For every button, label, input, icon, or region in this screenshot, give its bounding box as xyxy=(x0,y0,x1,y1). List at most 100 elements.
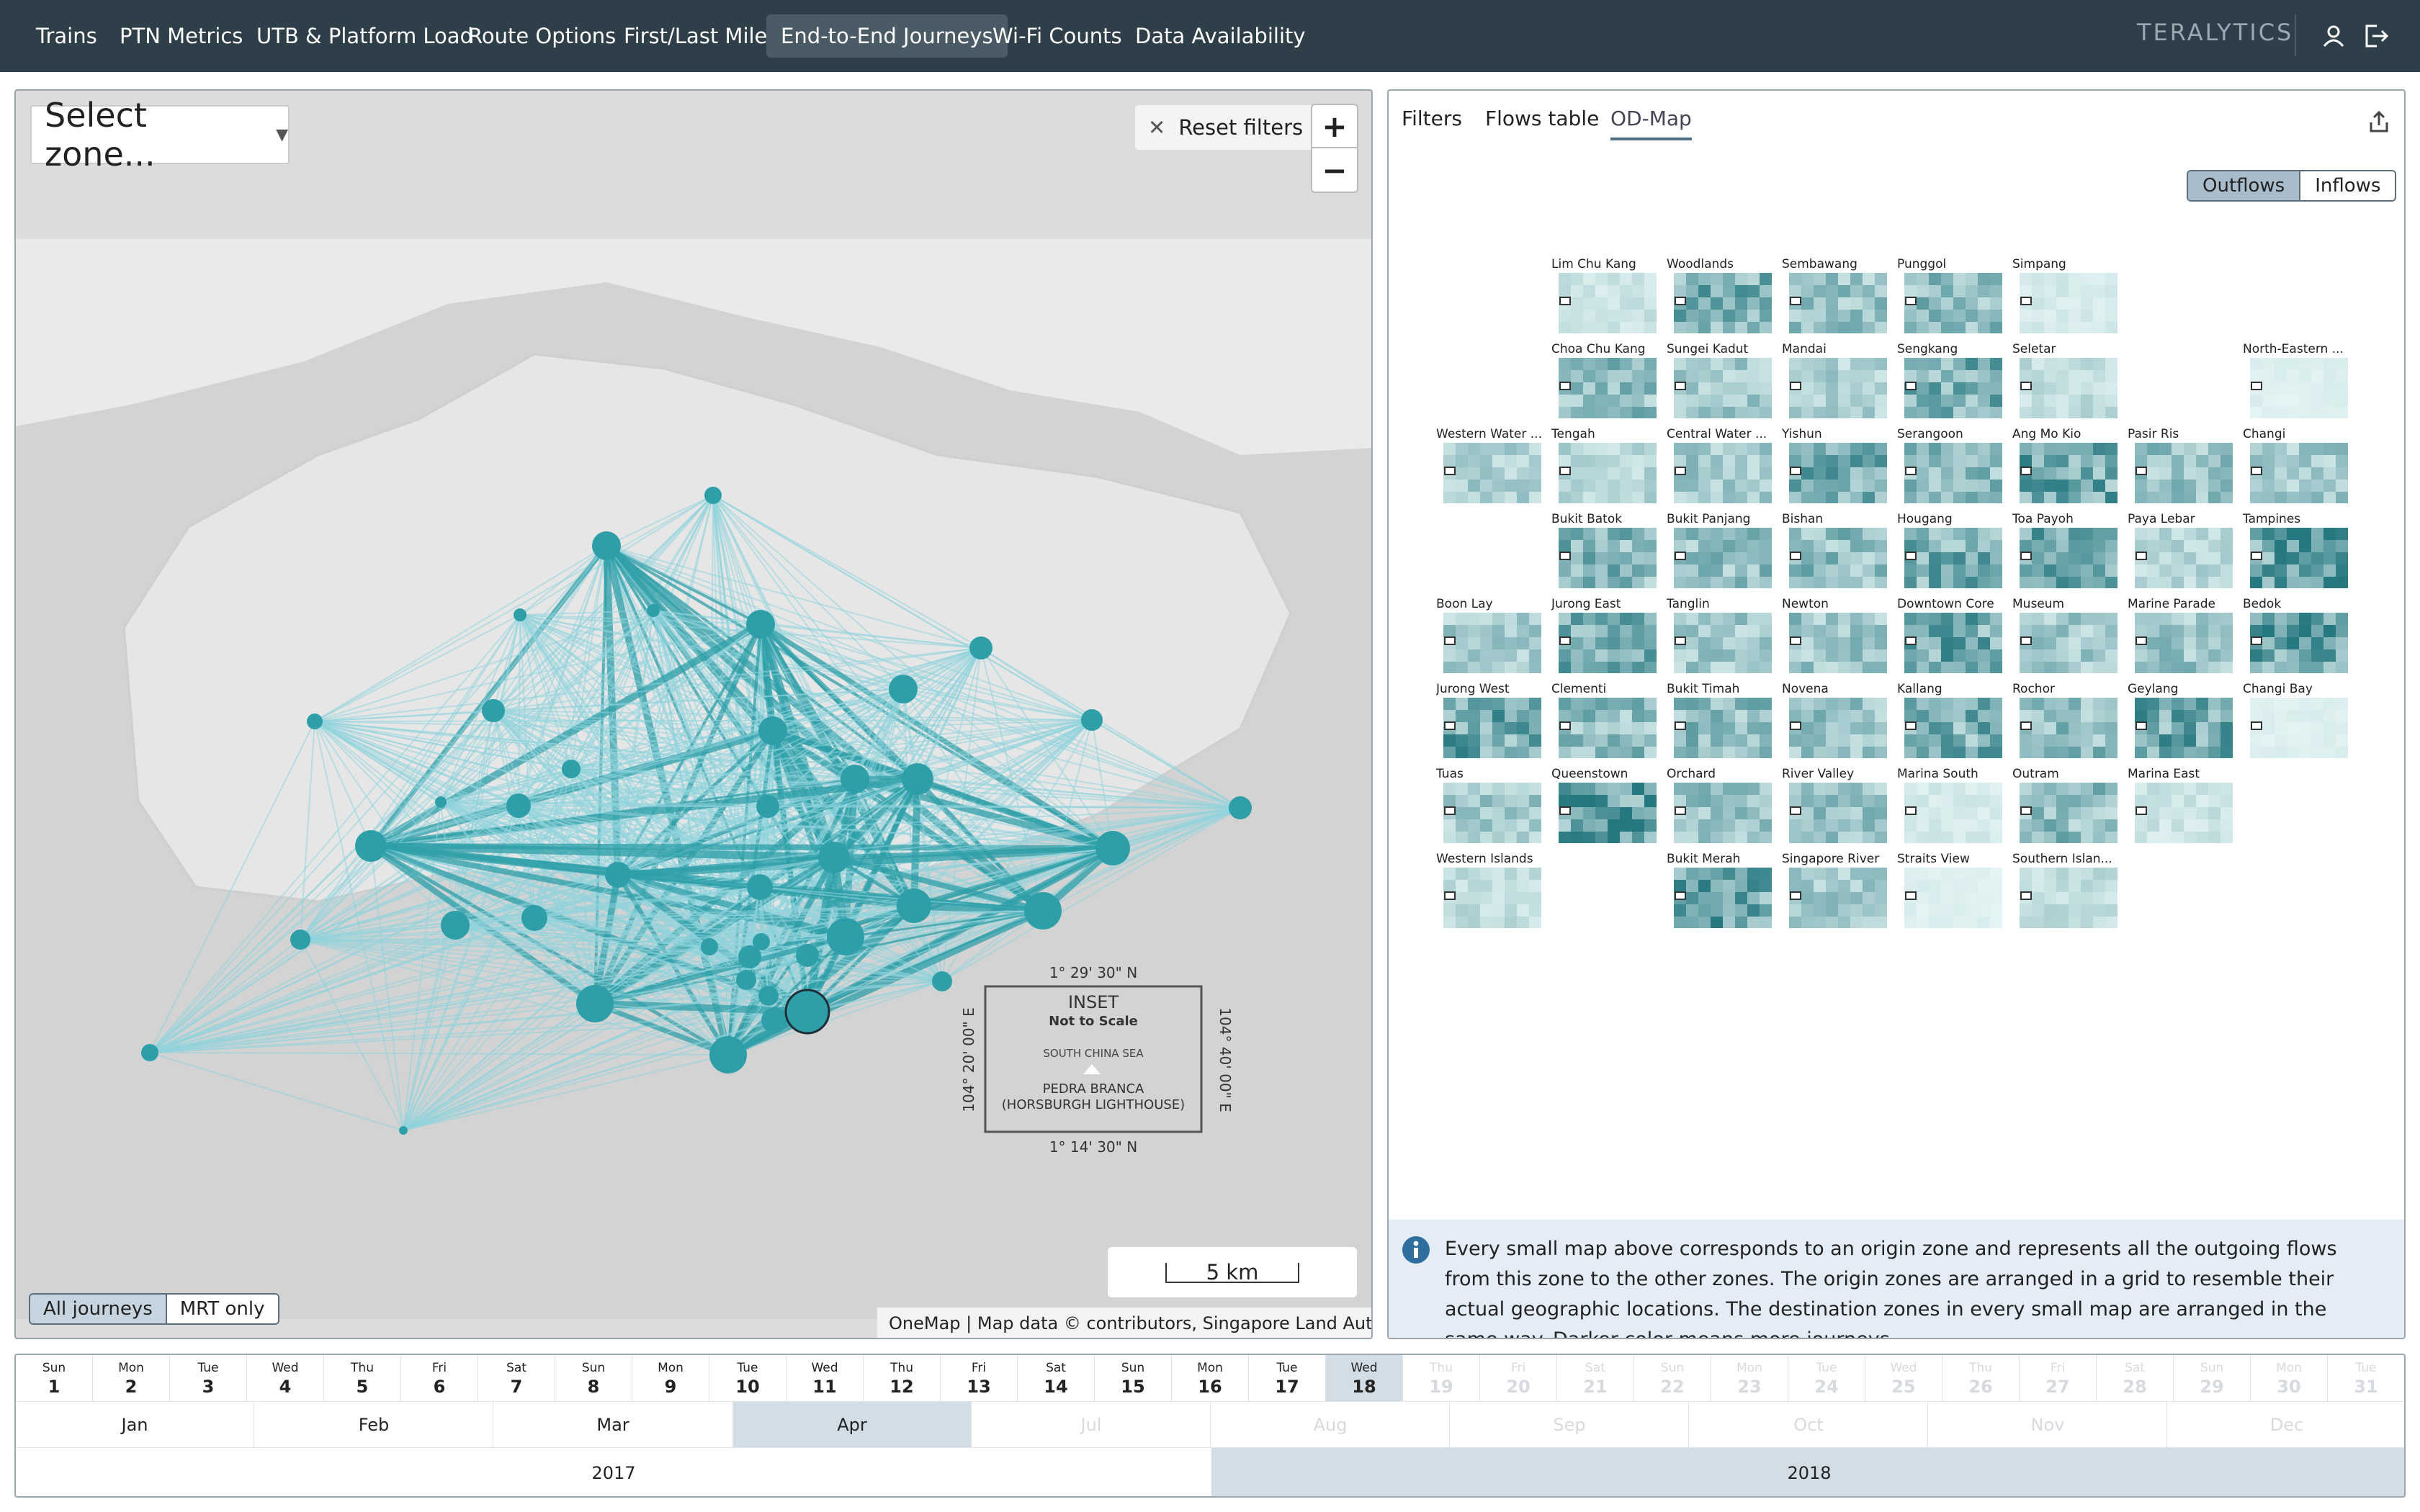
zoom-out-button[interactable]: − xyxy=(1312,148,1357,192)
zone-node[interactable] xyxy=(738,945,761,968)
od-small-map[interactable]: Queenstown xyxy=(1551,767,1659,846)
outflows-button[interactable]: Outflows xyxy=(2188,171,2301,200)
year-2018[interactable]: 2018 xyxy=(1211,1448,2404,1496)
day-cell[interactable]: Mon 30 xyxy=(2251,1355,2328,1401)
zone-node[interactable] xyxy=(902,763,933,795)
day-cell[interactable]: Mon 9 xyxy=(632,1355,709,1401)
zone-node[interactable] xyxy=(747,874,773,900)
month-cell[interactable]: Apr xyxy=(733,1402,972,1448)
tab-od-map[interactable]: OD-Map xyxy=(1610,107,1692,140)
logout-icon[interactable] xyxy=(2362,22,2391,50)
zone-node[interactable] xyxy=(1024,892,1062,930)
zone-node[interactable] xyxy=(889,675,918,703)
day-cell[interactable]: Thu 5 xyxy=(324,1355,401,1401)
day-cell[interactable]: Fri 6 xyxy=(401,1355,478,1401)
od-small-map[interactable]: Jurong West xyxy=(1436,682,1544,761)
zone-node[interactable] xyxy=(736,970,756,990)
od-small-map[interactable]: Downtown Core xyxy=(1897,597,2005,676)
zone-node[interactable] xyxy=(355,830,387,862)
nav-tab-trains[interactable]: Trains xyxy=(22,14,112,58)
zone-node[interactable] xyxy=(841,765,869,793)
month-cell[interactable]: Sep xyxy=(1451,1402,1689,1448)
od-small-map[interactable]: Orchard xyxy=(1667,767,1775,846)
od-small-map[interactable]: Rochor xyxy=(2012,682,2120,761)
month-cell[interactable]: Jan xyxy=(16,1402,254,1448)
od-small-map[interactable]: Simpang xyxy=(2012,257,2120,336)
month-cell[interactable]: Nov xyxy=(1929,1402,2167,1448)
day-cell[interactable]: Sun 15 xyxy=(1095,1355,1172,1401)
od-small-map[interactable]: Newton xyxy=(1782,597,1890,676)
day-cell[interactable]: Wed 25 xyxy=(1865,1355,1942,1401)
od-small-map[interactable]: Changi Bay xyxy=(2243,682,2351,761)
day-cell[interactable]: Sun 8 xyxy=(555,1355,632,1401)
od-small-map[interactable]: Clementi xyxy=(1551,682,1659,761)
zone-node[interactable] xyxy=(647,604,660,617)
od-small-map[interactable]: Western Water ... xyxy=(1436,427,1544,506)
nav-tab-ptn-metrics[interactable]: PTN Metrics xyxy=(105,14,257,58)
zone-node[interactable] xyxy=(969,636,992,660)
month-cell[interactable]: Dec xyxy=(2168,1402,2404,1448)
nav-tab-utb-platform-load[interactable]: UTB & Platform Load xyxy=(242,14,488,58)
tab-filters[interactable]: Filters xyxy=(1402,107,1462,138)
day-cell[interactable]: Sat 14 xyxy=(1018,1355,1095,1401)
od-small-map[interactable]: Sengkang xyxy=(1897,342,2005,421)
zone-node[interactable] xyxy=(818,842,850,873)
day-cell[interactable]: Tue 10 xyxy=(709,1355,786,1401)
od-small-map[interactable]: Tuas xyxy=(1436,767,1544,846)
od-small-map[interactable]: Lim Chu Kang xyxy=(1551,257,1659,336)
od-small-map[interactable]: Yishun xyxy=(1782,427,1890,506)
od-small-map[interactable]: Marina South xyxy=(1897,767,2005,846)
day-cell[interactable]: Sun 22 xyxy=(1634,1355,1711,1401)
od-small-map[interactable]: Seletar xyxy=(2012,342,2120,421)
od-small-map[interactable]: Marina East xyxy=(2128,767,2236,846)
inflows-button[interactable]: Inflows xyxy=(2300,171,2396,200)
od-small-map[interactable]: Bukit Panjang xyxy=(1667,512,1775,591)
od-small-map[interactable]: Museum xyxy=(2012,597,2120,676)
od-small-map[interactable]: Western Islands xyxy=(1436,852,1544,931)
day-cell[interactable]: Thu 12 xyxy=(864,1355,941,1401)
nav-tab-data-availability[interactable]: Data Availability xyxy=(1121,14,1320,58)
zone-node[interactable] xyxy=(761,1007,787,1033)
tab-flows-table[interactable]: Flows table xyxy=(1485,107,1599,138)
zone-node[interactable] xyxy=(435,796,447,808)
day-cell[interactable]: Tue 24 xyxy=(1788,1355,1865,1401)
od-small-map[interactable]: Bukit Merah xyxy=(1667,852,1775,931)
od-small-map[interactable]: Southern Islan... xyxy=(2012,852,2120,931)
od-small-map[interactable]: Sungei Kadut xyxy=(1667,342,1775,421)
zone-node[interactable] xyxy=(756,795,779,818)
zone-node[interactable] xyxy=(441,911,470,940)
year-2017[interactable]: 2017 xyxy=(16,1448,1211,1496)
map-attribution[interactable]: OneMap | Map data © contributors, Singap… xyxy=(877,1308,1371,1338)
user-icon[interactable] xyxy=(2321,22,2349,50)
od-small-map[interactable]: Straits View xyxy=(1897,852,2005,931)
day-cell[interactable]: Thu 19 xyxy=(1403,1355,1480,1401)
od-small-map[interactable]: Bishan xyxy=(1782,512,1890,591)
od-small-map[interactable]: Bukit Batok xyxy=(1551,512,1659,591)
zone-node[interactable] xyxy=(514,608,526,621)
od-small-map[interactable]: Marine Parade xyxy=(2128,597,2236,676)
od-small-map[interactable]: Serangoon xyxy=(1897,427,2005,506)
od-small-map[interactable]: Changi xyxy=(2243,427,2351,506)
od-small-map[interactable]: Toa Payoh xyxy=(2012,512,2120,591)
od-small-map[interactable]: North-Eastern ... xyxy=(2243,342,2351,421)
day-cell[interactable]: Fri 27 xyxy=(2020,1355,2097,1401)
day-cell[interactable]: Wed 18 xyxy=(1326,1355,1403,1401)
od-small-map[interactable]: Singapore River xyxy=(1782,852,1890,931)
od-small-map[interactable]: Jurong East xyxy=(1551,597,1659,676)
od-small-map[interactable]: Ang Mo Kio xyxy=(2012,427,2120,506)
od-small-map[interactable]: Geylang xyxy=(2128,682,2236,761)
day-cell[interactable]: Tue 31 xyxy=(2328,1355,2404,1401)
zone-node[interactable] xyxy=(1081,709,1103,731)
zone-node[interactable] xyxy=(521,905,547,931)
month-cell[interactable]: Oct xyxy=(1690,1402,1928,1448)
od-small-map[interactable]: Novena xyxy=(1782,682,1890,761)
zone-node[interactable] xyxy=(932,971,952,991)
day-cell[interactable]: Mon 2 xyxy=(93,1355,170,1401)
day-cell[interactable]: Wed 4 xyxy=(247,1355,324,1401)
zone-node[interactable] xyxy=(827,918,864,955)
zone-node[interactable] xyxy=(290,930,310,950)
od-small-map[interactable]: Bedok xyxy=(2243,597,2351,676)
zone-node[interactable] xyxy=(709,1036,747,1074)
day-cell[interactable]: Sun 1 xyxy=(16,1355,93,1401)
nav-tab-wifi-counts[interactable]: Wi-Fi Counts xyxy=(978,14,1137,58)
